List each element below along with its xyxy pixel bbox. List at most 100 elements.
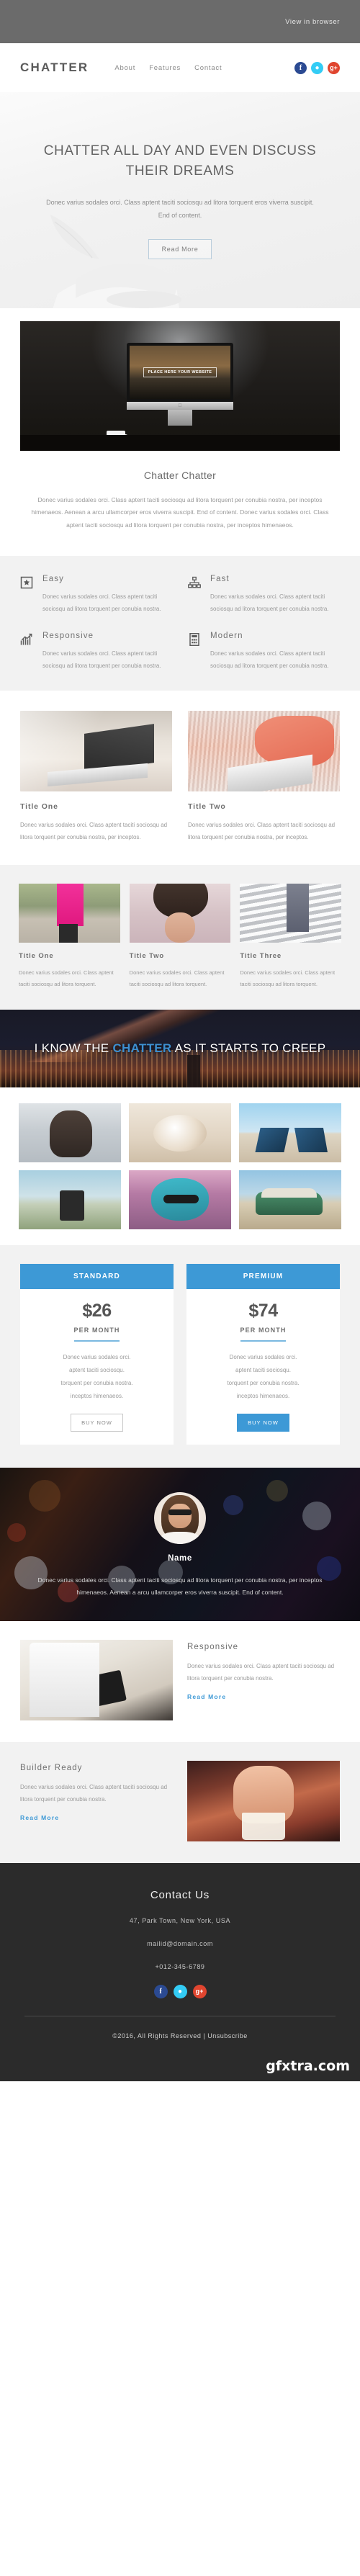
footer-address: 47, Park Town, New York, USA xyxy=(129,1916,231,1924)
twitter-icon[interactable]: ● xyxy=(173,1984,187,1998)
buy-now-button-premium[interactable]: BUY NOW xyxy=(237,1413,289,1432)
cta-banner: I KNOW THE CHATTER AS IT STARTS TO CREEP xyxy=(0,1009,360,1087)
gallery-photo-phone-girl[interactable] xyxy=(19,1103,121,1162)
card-text: Donec varius sodales orci. Class aptent … xyxy=(188,822,336,840)
card-title: Title One xyxy=(19,952,54,961)
buy-now-button-standard[interactable]: BUY NOW xyxy=(71,1413,123,1432)
card-text: Donec varius sodales orci. Class aptent … xyxy=(129,969,225,987)
block-text: Donec varius sodales orci. Class aptent … xyxy=(187,1662,335,1682)
google-plus-icon[interactable]: g+ xyxy=(192,1984,207,1998)
card-title: Title Two xyxy=(129,952,165,961)
footer-copyright[interactable]: ©2016, All Rights Reserved | Unsubscribe xyxy=(22,2032,338,2039)
feature-item-fast: Fast Donec varius sodales orci. Class ap… xyxy=(188,575,340,616)
plan-feature: Donec varius sodales orci. xyxy=(229,1353,297,1360)
gallery-photo-hand-phone[interactable] xyxy=(19,1170,121,1229)
gallery-row xyxy=(19,1170,341,1229)
three-col-card: Title Three Donec varius sodales orci. C… xyxy=(240,884,342,989)
logo: CHATTER xyxy=(20,60,89,74)
google-plus-icon[interactable]: g+ xyxy=(328,61,340,74)
testimonial-name: Name xyxy=(168,1553,192,1563)
plan-feature: inceptos himenaeos. xyxy=(70,1392,124,1399)
gallery-photo-camper-van[interactable] xyxy=(239,1170,341,1229)
preheader-bar: View in browser xyxy=(0,0,360,43)
screen-placeholder-label: PLACE HERE YOUR WEBSITE xyxy=(143,367,217,377)
hero-read-more-button[interactable]: Read More xyxy=(148,238,212,259)
read-more-link-responsive[interactable]: Read More xyxy=(187,1693,226,1700)
desk-photo: PLACE HERE YOUR WEBSITE  xyxy=(20,321,340,451)
plan-features: Donec varius sodales orci. aptent taciti… xyxy=(30,1351,163,1403)
footer: Contact Us 47, Park Town, New York, USA … xyxy=(0,1862,360,2054)
hero-body: Donec varius sodales orci. Class aptent … xyxy=(46,199,314,219)
features-row: Responsive Donec varius sodales orci. Cl… xyxy=(20,632,340,673)
plan-features: Donec varius sodales orci. aptent taciti… xyxy=(197,1351,330,1403)
plan-body: $26 PER MONTH Donec varius sodales orci.… xyxy=(20,1289,174,1445)
read-more-link-builder[interactable]: Read More xyxy=(20,1814,59,1821)
bokeh-circle xyxy=(223,1495,243,1516)
gallery-photo-coffee-cup[interactable] xyxy=(129,1103,231,1162)
banner-heading: I KNOW THE CHATTER AS IT STARTS TO CREEP xyxy=(35,1039,326,1058)
footer-phone[interactable]: +012-345-6789 xyxy=(22,1963,338,1970)
email-template: View in browser CHATTER About Features C… xyxy=(0,0,360,2081)
banner-text-after: AS IT STARTS TO CREEP xyxy=(171,1041,326,1056)
builder-ready-block: Builder Ready Donec varius sodales orci.… xyxy=(0,1741,360,1863)
footer-email[interactable]: mailid@domain.com xyxy=(22,1940,338,1947)
plan-name: STANDARD xyxy=(20,1263,174,1289)
three-column-section: Title One Donec varius sodales orci. Cla… xyxy=(0,865,360,1010)
header-social-links: f ● g+ xyxy=(294,61,340,74)
intro-section: Chatter Chatter Donec varius sodales orc… xyxy=(0,451,360,557)
gallery-photo-beach-chairs[interactable] xyxy=(239,1103,341,1162)
feature-text: Donec varius sodales orci. Class aptent … xyxy=(42,593,161,613)
feature-item-responsive: Responsive Donec varius sodales orci. Cl… xyxy=(20,632,172,673)
plan-price: $26 xyxy=(82,1300,112,1321)
feature-title: Responsive xyxy=(42,631,94,640)
pricing-plan-standard: STANDARD $26 PER MONTH Donec varius soda… xyxy=(20,1263,174,1445)
plan-feature: aptent taciti sociosqu. xyxy=(69,1366,125,1373)
plan-feature: aptent taciti sociosqu. xyxy=(235,1366,291,1373)
hero-heading: CHATTER ALL DAY AND EVEN DISCUSS THEIR D… xyxy=(43,143,317,179)
card-text: Donec varius sodales orci. Class aptent … xyxy=(240,969,336,987)
laptop-desk-photo xyxy=(20,711,172,792)
star-box-icon xyxy=(20,575,35,616)
two-col-card: Title One Donec varius sodales orci. Cla… xyxy=(20,711,172,843)
monitor-chin:  xyxy=(127,402,233,410)
hand-feather-illustration xyxy=(50,215,181,308)
card-title: Title Three xyxy=(240,952,282,961)
banner-highlight: CHATTER xyxy=(112,1041,172,1056)
watermark: gfxtra.com xyxy=(0,2053,360,2081)
plan-feature: torquent per conubia nostra. xyxy=(227,1379,300,1386)
facebook-icon[interactable]: f xyxy=(153,1984,168,1998)
feature-title: Fast xyxy=(210,575,230,584)
feature-text: Donec varius sodales orci. Class aptent … xyxy=(210,650,329,669)
block-title: Responsive xyxy=(187,1642,239,1651)
desk-surface xyxy=(20,435,340,451)
block-title: Builder Ready xyxy=(20,1763,83,1772)
bokeh-circle xyxy=(302,1501,331,1530)
card-title: Title One xyxy=(20,802,58,812)
calculator-icon xyxy=(188,632,202,673)
nav-link-features[interactable]: Features xyxy=(149,64,181,72)
plan-period: PER MONTH xyxy=(73,1327,120,1342)
card-text: Donec varius sodales orci. Class aptent … xyxy=(19,969,114,987)
plan-feature: torquent per conubia nostra. xyxy=(60,1379,133,1386)
avatar-face xyxy=(168,1503,192,1529)
plan-period: PER MONTH xyxy=(240,1327,287,1342)
nav-link-about[interactable]: About xyxy=(114,64,135,72)
features-row: Easy Donec varius sodales orci. Class ap… xyxy=(20,575,340,616)
plan-feature: inceptos himenaeos. xyxy=(236,1392,290,1399)
feature-text: Donec varius sodales orci. Class aptent … xyxy=(42,650,161,669)
plan-body: $74 PER MONTH Donec varius sodales orci.… xyxy=(186,1289,340,1445)
gallery-photo-sunglasses-kid[interactable] xyxy=(129,1170,231,1229)
facebook-icon[interactable]: f xyxy=(294,61,307,74)
two-column-section: Title One Donec varius sodales orci. Cla… xyxy=(0,691,360,866)
gallery-row xyxy=(19,1103,341,1162)
card-text: Donec varius sodales orci. Class aptent … xyxy=(20,822,168,840)
features-section: Easy Donec varius sodales orci. Class ap… xyxy=(0,556,360,691)
feature-title: Easy xyxy=(42,575,64,584)
footer-title: Contact Us xyxy=(150,1888,210,1901)
twitter-icon[interactable]: ● xyxy=(311,61,323,74)
sitemap-icon xyxy=(188,575,202,616)
hat-portrait-photo xyxy=(129,884,231,943)
view-in-browser-link[interactable]: View in browser xyxy=(285,18,340,26)
nav-link-contact[interactable]: Contact xyxy=(194,64,222,72)
bokeh-circle xyxy=(29,1480,60,1512)
